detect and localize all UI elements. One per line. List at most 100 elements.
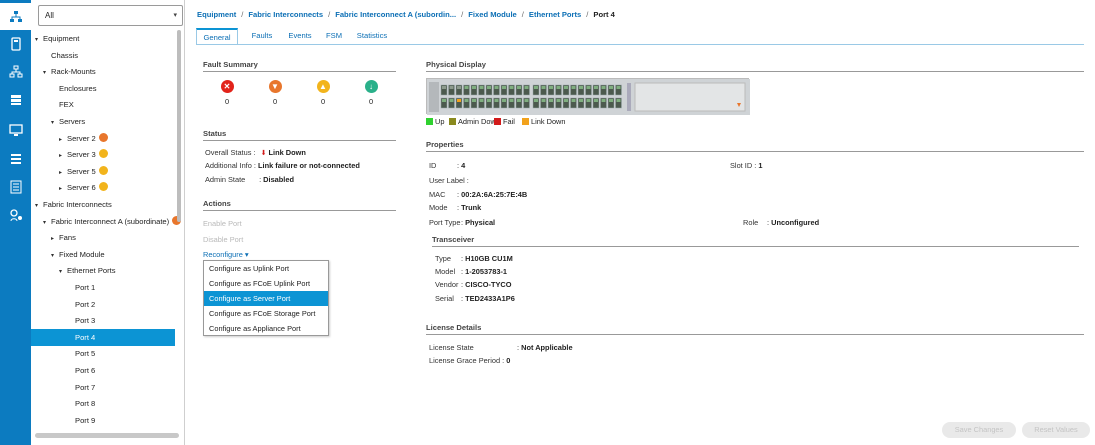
list-icon <box>10 180 21 193</box>
policy-icon <box>10 153 21 164</box>
chassis-icon <box>8 123 23 136</box>
rail-button-server[interactable] <box>0 30 31 57</box>
filter-dropdown[interactable]: All ▾ <box>38 5 183 26</box>
tree-node-port-3[interactable]: Port 3 <box>31 312 175 329</box>
tree-node-chassis[interactable]: Chassis <box>31 47 175 64</box>
tree-node-port-1[interactable]: Port 1 <box>31 279 175 296</box>
fault-badge-icon <box>98 149 108 159</box>
switch-faceplate[interactable] <box>426 78 750 115</box>
tree-node-enclosures[interactable]: Enclosures <box>31 80 175 97</box>
rail-button-policy[interactable] <box>0 145 31 172</box>
filter-value: All <box>45 11 54 20</box>
tree-horizontal-scrollbar[interactable] <box>35 433 179 438</box>
tree-node-fixed-module[interactable]: ▾ Fixed Module <box>31 246 175 263</box>
tab-statistics[interactable]: Statistics <box>352 28 392 45</box>
tree-node-port-8[interactable]: Port 8 <box>31 395 175 412</box>
reset-values-button[interactable]: Reset Values <box>1022 422 1090 438</box>
menu-item-configure-as-fcoe-uplink-port[interactable]: Configure as FCoE Uplink Port <box>204 276 328 291</box>
fault-count-critical[interactable]: ✕ 0 <box>217 80 237 106</box>
tab-general[interactable]: General <box>196 28 238 45</box>
tree-node-server-6[interactable]: ▸ Server 6 <box>31 179 175 196</box>
tree-node-label: Enclosures <box>59 83 97 93</box>
tree-node-port-5[interactable]: Port 5 <box>31 345 175 362</box>
navigation-rail <box>0 0 31 445</box>
tree-node-fans[interactable]: ▸ Fans <box>31 229 175 246</box>
rail-button-storage[interactable] <box>0 86 31 113</box>
critical-icon: ✕ <box>220 80 234 93</box>
reconfigure-link[interactable]: Reconfigure ▾ <box>203 250 249 259</box>
rail-button-chassis[interactable] <box>0 116 31 143</box>
breadcrumb-link[interactable]: Fixed Module <box>468 10 517 19</box>
save-changes-button[interactable]: Save Changes <box>942 422 1016 438</box>
tree-node-ethernet-ports[interactable]: ▾ Ethernet Ports <box>31 262 175 279</box>
tree-node-port-2[interactable]: Port 2 <box>31 296 175 313</box>
tab-faults[interactable]: Faults <box>246 28 278 45</box>
tree-node-label: Fabric Interconnects <box>43 200 112 209</box>
tree-node-server-3[interactable]: ▸ Server 3 <box>31 146 175 163</box>
rail-button-list[interactable] <box>0 173 31 200</box>
tree-node-port-4[interactable]: Port 4 <box>31 328 175 346</box>
tree-node-port-7[interactable]: Port 7 <box>31 379 175 396</box>
tree-node-label: Port 9 <box>75 415 96 425</box>
tree-node-port-6[interactable]: Port 6 <box>31 362 175 379</box>
lan-icon <box>9 65 22 77</box>
physical-display-title: Physical Display <box>426 60 486 69</box>
tree-node-label: FEX <box>59 100 74 110</box>
role-row: Role: Unconfigured <box>743 218 820 227</box>
tree-node-server-5[interactable]: ▸ Server 5 <box>31 163 175 180</box>
network-icon <box>9 10 22 22</box>
fault-count: 0 <box>272 97 278 106</box>
tree-node-label: Port 1 <box>75 283 96 292</box>
tree-node-label: Chassis <box>51 50 79 60</box>
fault-summary-title: Fault Summary <box>203 60 258 69</box>
tab-fsm[interactable]: FSM <box>322 28 346 45</box>
enable-port-link[interactable]: Enable Port <box>203 219 242 228</box>
minor-icon: ▲ <box>316 80 330 93</box>
breadcrumb-link[interactable]: Ethernet Ports <box>529 10 581 19</box>
rail-button-lan[interactable] <box>0 58 31 85</box>
menu-item-configure-as-appliance-port[interactable]: Configure as Appliance Port <box>204 321 328 336</box>
breadcrumb-link[interactable]: Fabric Interconnects <box>248 10 323 19</box>
tree-node-rack-mounts[interactable]: ▾ Rack-Mounts <box>31 63 175 80</box>
tree-node-label: Port 4 <box>75 332 96 342</box>
breadcrumb-link[interactable]: Equipment <box>197 10 236 19</box>
menu-item-configure-as-server-port[interactable]: Configure as Server Port <box>204 291 328 306</box>
port-type-row: Port Type: Physical <box>429 218 496 227</box>
fault-badge-icon <box>98 182 108 192</box>
tree-node-fabric-interconnect-a-subordinate[interactable]: ▾ Fabric Interconnect A (subordinate) <box>31 213 181 230</box>
tree-node-label: Server 6 <box>67 183 96 193</box>
fault-count-minor[interactable]: ▲ 0 <box>313 80 333 106</box>
tab-events[interactable]: Events <box>284 28 316 45</box>
menu-item-configure-as-fcoe-storage-port[interactable]: Configure as FCoE Storage Port <box>204 306 328 321</box>
tree-node-label: Server 5 <box>67 166 96 176</box>
tree-node-server-2[interactable]: ▸ Server 2 <box>31 130 175 147</box>
license-state-row: License State: Not Applicable <box>429 343 573 352</box>
rail-button-admin[interactable] <box>0 201 31 228</box>
disable-port-link[interactable]: Disable Port <box>203 235 243 244</box>
fault-count-warning[interactable]: ↓ 0 <box>361 80 381 106</box>
overall-status-row: Overall Status : ⬇ Link Down <box>205 148 306 157</box>
admin-icon <box>9 208 22 221</box>
tree-node-equipment[interactable]: ▾ Equipment <box>31 30 175 47</box>
breadcrumb: Equipment / Fabric Interconnects / Fabric In… <box>197 10 615 19</box>
tree-node-fabric-interconnects[interactable]: ▾ Fabric Interconnects <box>31 196 175 213</box>
legend-fail: Fail <box>494 117 515 126</box>
tree-scrollbar[interactable] <box>177 30 181 222</box>
legend-label: Fail <box>503 117 515 126</box>
navigation-tree-panel: All ▾ ▾ Equipment Chassis ▾ Rack-Mounts Enclo… <box>31 0 185 445</box>
storage-icon <box>10 94 21 105</box>
tree-node-servers[interactable]: ▾ Servers <box>31 113 175 130</box>
transceiver-title: Transceiver <box>432 235 475 244</box>
fault-count-major[interactable]: ▼ 0 <box>265 80 285 106</box>
transceiver-type-row: Type: H10GB CU1M <box>435 254 513 263</box>
rail-button-network[interactable] <box>0 3 31 30</box>
tree-node-label: Server 3 <box>67 150 96 160</box>
link-down-icon: ⬇ <box>260 150 267 157</box>
legend-label: Up <box>435 117 445 126</box>
user-label-row: User Label : <box>429 176 469 185</box>
tree-node-fex[interactable]: FEX <box>31 96 175 113</box>
menu-item-configure-as-uplink-port[interactable]: Configure as Uplink Port <box>204 261 328 276</box>
transceiver-serial-row: Serial: TED2433A1P6 <box>435 294 515 303</box>
breadcrumb-link[interactable]: Fabric Interconnect A (subordin... <box>335 10 456 19</box>
tree-node-port-9[interactable]: Port 9 <box>31 412 175 429</box>
